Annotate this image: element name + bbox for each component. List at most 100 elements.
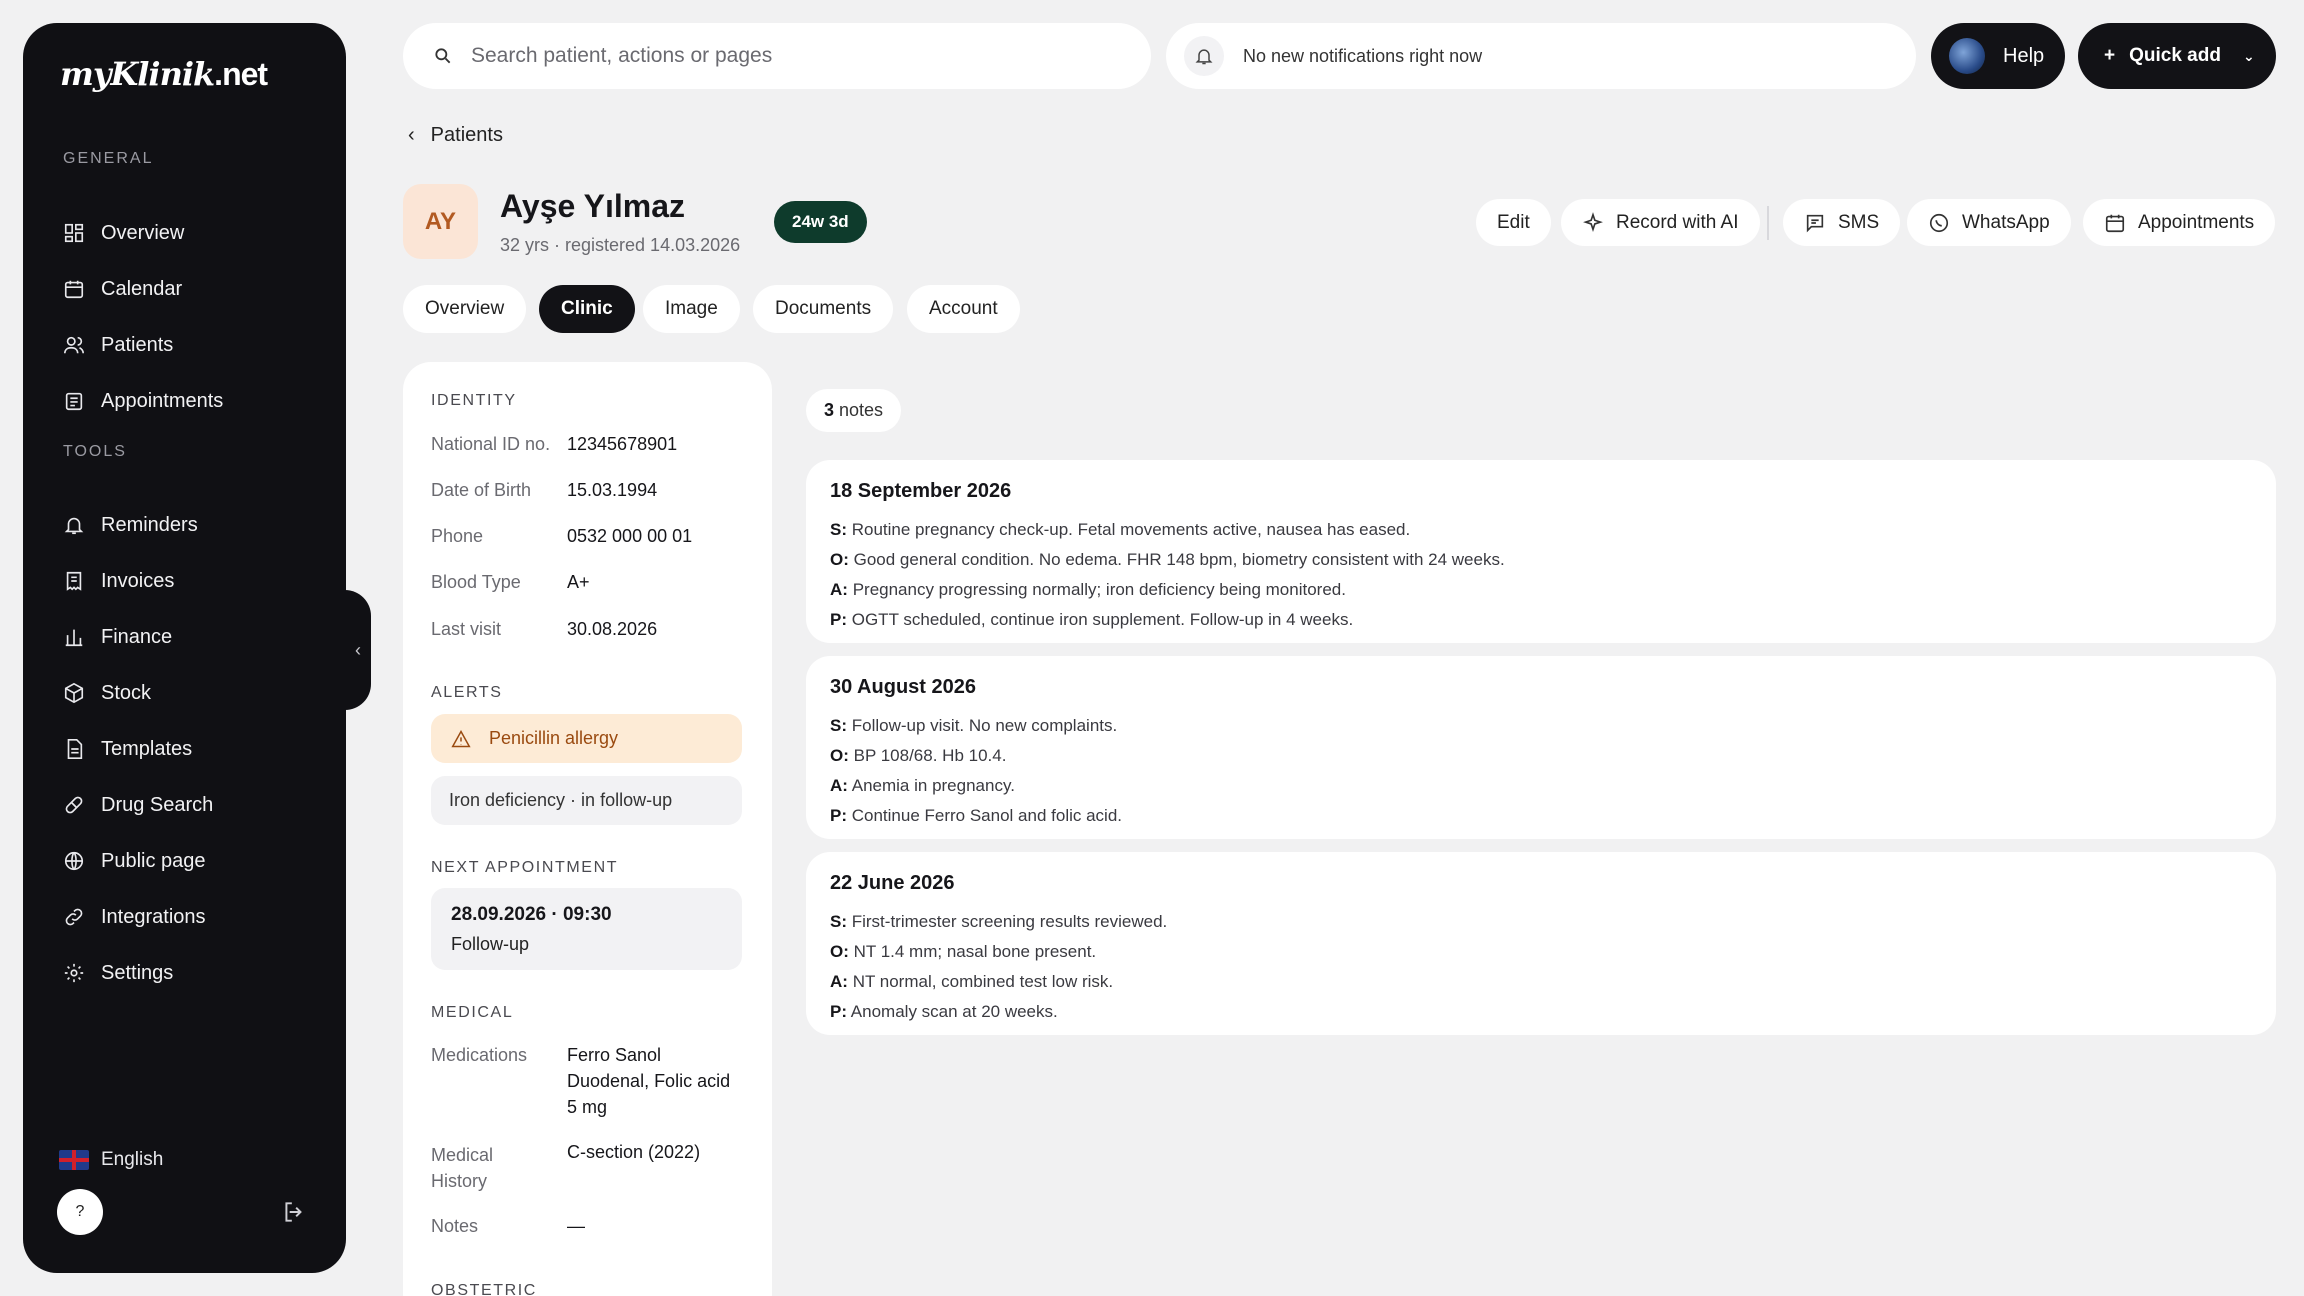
notification-text: No new notifications right now [1243,45,1483,66]
soap-note-card[interactable]: 22 June 2026 S: First-trimester screenin… [806,852,2276,1035]
note-objective: O: NT 1.4 mm; nasal bone present. [830,942,1097,961]
identity-label: Date of Birth [431,480,532,500]
avatar [1949,38,1985,74]
identity-label: National ID no. [431,434,551,454]
history-label: Medical History [431,1145,494,1191]
record-ai-label: Record with AI [1616,211,1739,233]
note-plan: P: Continue Ferro Sanol and folic acid. [830,806,1122,825]
note-assessment: A: Pregnancy progressing normally; iron … [830,580,1346,599]
action-divider [1767,206,1769,240]
tab-overview[interactable]: Overview [403,285,527,333]
sms-button[interactable]: SMS [1783,199,1901,246]
nav-section-tools: TOOLS [63,443,127,460]
note-subjective: S: First-trimester screening results rev… [830,912,1168,931]
sidebar-item-templates[interactable]: Templates [63,729,192,769]
edit-button[interactable]: Edit [1476,199,1551,246]
globe-icon [63,850,85,872]
sidebar-item-label: Settings [101,961,174,984]
box-icon [63,682,85,704]
gestation-badge: 24w 3d [774,201,867,243]
sidebar-item-appointments[interactable]: Appointments [63,381,223,421]
clipboard-icon [63,390,85,412]
allergy-alert: Penicillin allergy [431,714,742,763]
brand-logo[interactable]: myKlinik.net [60,55,268,93]
sidebar-collapse-handle[interactable]: ‹ [345,590,371,710]
sidebar-item-drug-search[interactable]: Drug Search [63,785,213,825]
identity-value: 12345678901 [567,434,678,454]
sidebar-item-calendar[interactable]: Calendar [63,269,182,309]
identity-value: A+ [567,572,590,592]
search-icon [435,48,451,64]
record-ai-button[interactable]: Record with AI [1561,199,1760,246]
sidebar-item-invoices[interactable]: Invoices [63,561,174,601]
sidebar-item-finance[interactable]: Finance [63,617,172,657]
gear-icon [63,962,85,984]
sidebar-item-stock[interactable]: Stock [63,673,151,713]
help-button[interactable]: Help [1931,23,2065,89]
sidebar-item-label: Public page [101,849,206,872]
alert-text: Penicillin allergy [489,728,619,748]
note-subjective: S: Follow-up visit. No new complaints. [830,716,1118,735]
identity-title: IDENTITY [431,392,517,409]
whatsapp-button[interactable]: WhatsApp [1907,199,2071,246]
calendar-icon [2105,214,2125,232]
medical-title: MEDICAL [431,1004,514,1021]
help-round-button[interactable]: ? [57,1189,103,1235]
quick-add-label: Quick add [2129,45,2221,66]
breadcrumb[interactable]: ‹ Patients [408,124,503,147]
note-objective: O: BP 108/68. Hb 10.4. [830,746,1007,765]
identity-value: 0532 000 00 01 [567,526,693,546]
language-selector[interactable]: English [59,1149,163,1171]
edit-label: Edit [1497,211,1530,233]
patient-info-panel: IDENTITY National ID no. 12345678901 Dat… [403,362,772,1296]
warning-icon [451,729,471,747]
history-value: C-section (2022) [567,1142,701,1162]
sidebar-item-label: Integrations [101,905,206,928]
note-assessment: A: NT normal, combined test low risk. [830,972,1114,991]
bell-icon [1184,36,1224,76]
bell-icon [63,514,85,536]
notification-bar[interactable]: No new notifications right now [1166,23,1916,89]
message-icon [1806,214,1824,232]
notes-value: — [567,1216,585,1236]
sidebar-item-public-page[interactable]: Public page [63,841,206,881]
soap-note-card[interactable]: 30 August 2026 S: Follow-up visit. No ne… [806,656,2276,839]
appointments-button[interactable]: Appointments [2083,199,2276,246]
tab-documents[interactable]: Documents [753,285,894,333]
identity-label: Phone [431,526,484,546]
plus-icon: + [2104,45,2116,66]
appointment-datetime: 28.09.2026 · 09:30 [451,904,612,925]
note-plan: P: Anomaly scan at 20 weeks. [830,1002,1058,1021]
medications-label: Medications [431,1045,528,1065]
sidebar-item-overview[interactable]: Overview [63,213,184,253]
tab-account[interactable]: Account [907,285,1020,333]
sidebar-item-integrations[interactable]: Integrations [63,897,206,937]
sidebar-item-label: Reminders [101,513,198,536]
logout-icon[interactable] [281,1199,309,1227]
search-bar[interactable] [403,23,1151,89]
receipt-icon [63,570,85,592]
quick-add-button[interactable]: + Quick add ⌄ [2078,23,2276,89]
tab-clinic[interactable]: Clinic [539,285,635,333]
calendar-icon [63,278,85,300]
sidebar-item-settings[interactable]: Settings [63,953,173,993]
appointments-label: Appointments [2138,211,2255,233]
identity-value: 30.08.2026 [567,619,658,639]
soap-note-card[interactable]: 18 September 2026 S: Routine pregnancy c… [806,460,2276,643]
note-subjective: S: Routine pregnancy check-up. Fetal mov… [830,520,1411,539]
breadcrumb-patients[interactable]: Patients [431,124,503,147]
search-input[interactable] [471,44,1111,68]
users-icon [63,334,85,356]
sidebar-item-patients[interactable]: Patients [63,325,173,365]
patient-name: Ayşe Yılmaz [500,188,685,224]
sms-label: SMS [1838,211,1880,233]
alerts-title: ALERTS [431,684,503,701]
next-appointment-card[interactable]: 28.09.2026 · 09:30 Follow-up [431,888,742,970]
sidebar-item-reminders[interactable]: Reminders [63,505,198,545]
note-assessment: A: Anemia in pregnancy. [830,776,1015,795]
sidebar-item-label: Calendar [101,277,183,300]
sidebar: myKlinik.net GENERAL Overview Calendar P… [23,23,346,1273]
patient-meta: 32 yrs · registered 14.03.2026 [500,235,741,255]
nav-section-general: GENERAL [63,150,154,167]
tab-image[interactable]: Image [643,285,740,333]
